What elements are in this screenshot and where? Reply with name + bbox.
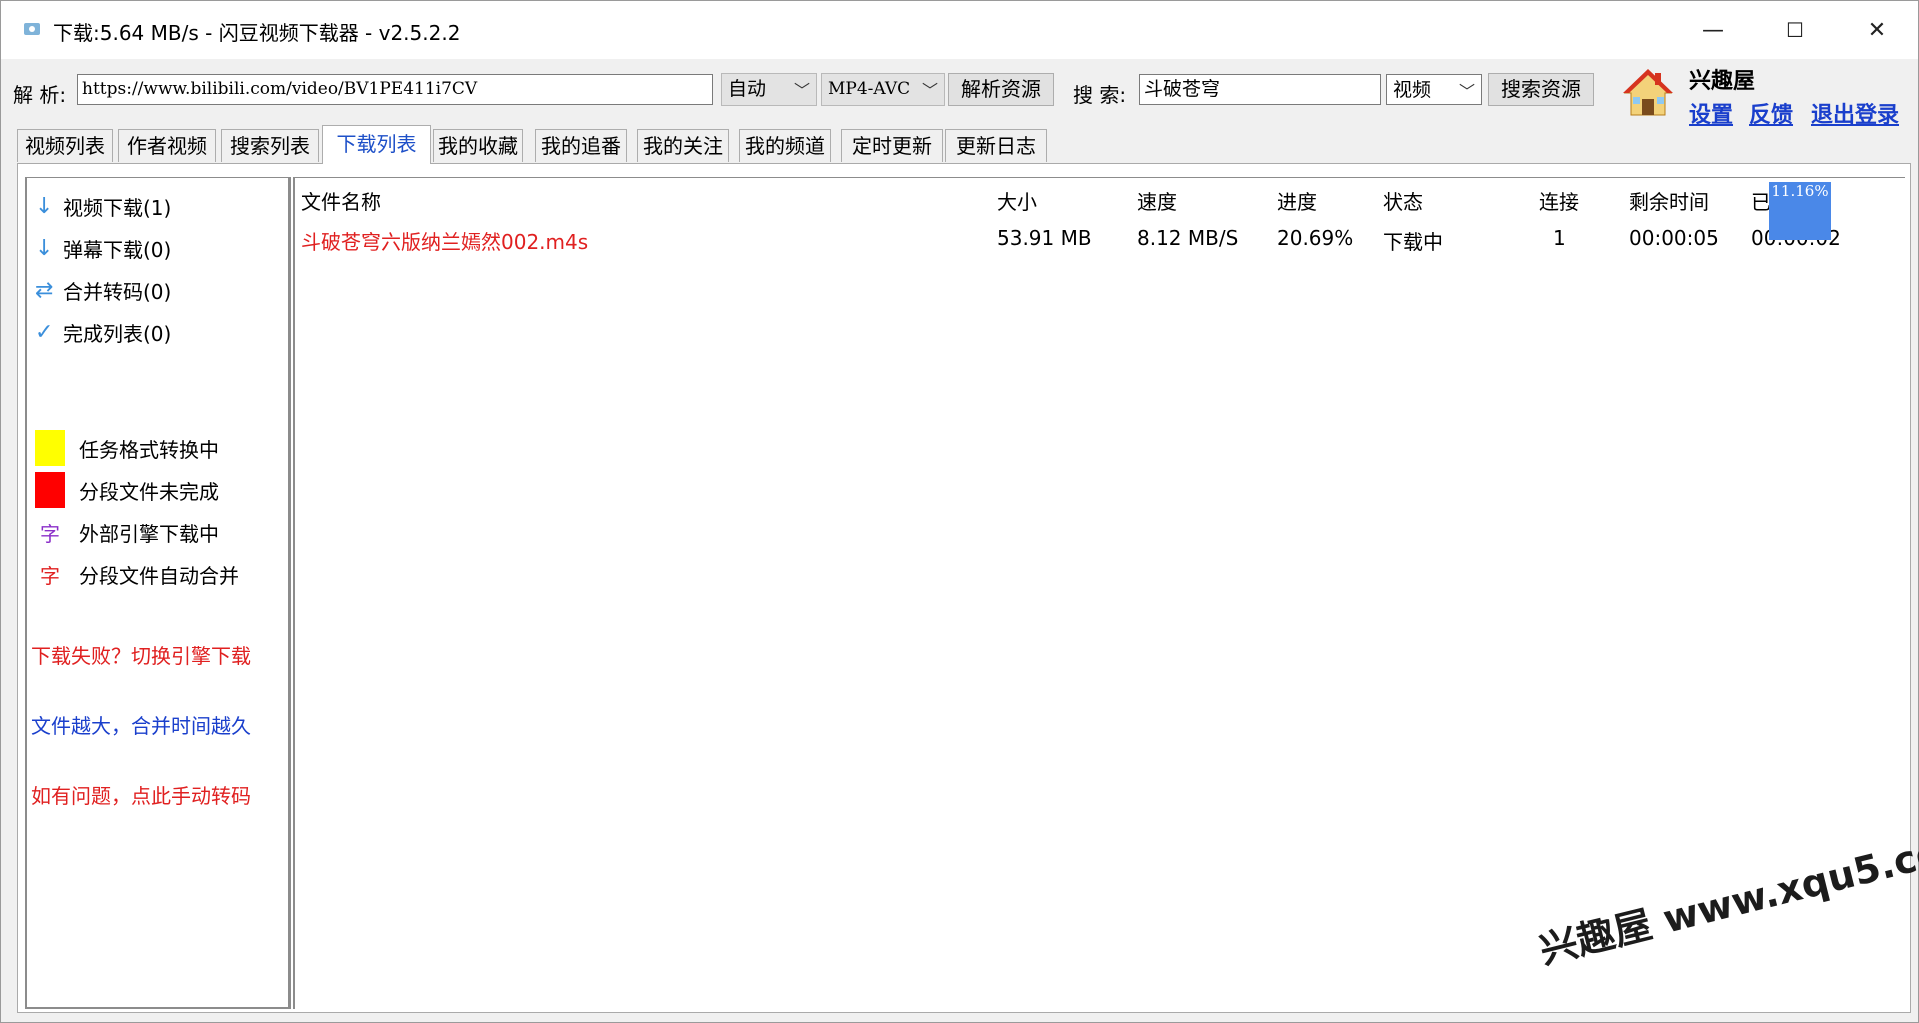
sidebar-item-merge-transcode[interactable]: ⇄ 合并转码(0) (35, 274, 171, 306)
col-speed[interactable]: 速度 (1137, 186, 1177, 215)
row-size: 53.91 MB (997, 226, 1092, 250)
row-filename: 斗破苍穹六版纳兰嫣然002.m4s (301, 230, 589, 254)
chevron-down-icon: ﹀ (921, 81, 938, 100)
tab-my-follows[interactable]: 我的关注 (637, 129, 729, 162)
col-progress[interactable]: 进度 (1277, 186, 1317, 215)
chevron-down-icon: ﹀ (793, 81, 810, 100)
sidebar: ↓ 视频下载(1) ↓ 弹幕下载(0) ⇄ 合并转码(0) ✓ 完成列表(0) … (25, 177, 291, 1009)
legend-external-engine: 字 外部引擎下载中 (35, 518, 219, 547)
red-swatch (35, 472, 65, 508)
legend-label: 外部引擎下载中 (79, 522, 219, 546)
format-select[interactable]: MP4-AVC ﹀ (821, 73, 945, 106)
close-button[interactable]: ✕ (1849, 1, 1905, 59)
quality-select[interactable]: 自动 ﹀ (721, 73, 817, 106)
search-button[interactable]: 搜索资源 (1488, 73, 1594, 106)
sidebar-item-completed-list[interactable]: ✓ 完成列表(0) (35, 316, 171, 348)
minimize-button[interactable]: — (1685, 1, 1741, 59)
window-title: 下载:5.64 MB/s - 闪豆视频下载器 - v2.5.2.2 (53, 21, 461, 45)
legend-label: 分段文件未完成 (79, 479, 219, 504)
settings-link[interactable]: 设置 (1689, 97, 1733, 129)
app-icon (24, 23, 40, 35)
col-remaining[interactable]: 剩余时间 (1629, 186, 1709, 215)
row-progress: 20.69% (1277, 226, 1354, 250)
sidebar-item-label: 视频下载(1) (63, 195, 172, 220)
tab-scheduled-update[interactable]: 定时更新 (841, 129, 943, 162)
row-status: 下载中 (1383, 230, 1443, 254)
legend-auto-merge: 字 分段文件自动合并 (35, 560, 239, 589)
col-connections[interactable]: 连接 (1539, 186, 1579, 215)
manual-transcode-link[interactable]: 如有问题，点此手动转码 (31, 780, 251, 809)
download-table: 文件名称 大小 速度 进度 状态 连接 剩余时间 已 斗破苍穹六版纳兰嫣然002… (293, 177, 1905, 1009)
sidebar-item-danmaku-download[interactable]: ↓ 弹幕下载(0) (35, 232, 171, 264)
title-bar: 下载:5.64 MB/s - 闪豆视频下载器 - v2.5.2.2 — ☐ ✕ (1, 1, 1918, 59)
switch-engine-link[interactable]: 下载失败？切换引擎下载 (31, 640, 251, 669)
col-size[interactable]: 大小 (997, 186, 1037, 215)
arrow-down-icon: ↓ (35, 235, 54, 261)
feedback-link[interactable]: 反馈 (1749, 97, 1793, 129)
search-type-value: 视频 (1393, 79, 1432, 101)
format-select-value: MP4-AVC (828, 79, 911, 99)
url-input[interactable]: https://www.bilibili.com/video/BV1PE411i… (77, 74, 713, 105)
tab-my-favorites[interactable]: 我的收藏 (433, 129, 523, 162)
search-label: 搜 索: (1073, 83, 1127, 107)
yellow-swatch (35, 430, 65, 466)
tab-my-channel[interactable]: 我的频道 (739, 129, 831, 162)
progress-overlay: 11.16% (1769, 182, 1831, 240)
red-char-icon: 字 (40, 564, 60, 588)
tab-author-videos[interactable]: 作者视频 (118, 129, 216, 162)
col-status[interactable]: 状态 (1383, 186, 1423, 215)
legend-incomplete: 分段文件未完成 (35, 472, 219, 508)
tab-download-list[interactable]: 下载列表 (322, 125, 431, 164)
tab-changelog[interactable]: 更新日志 (945, 129, 1047, 162)
purple-char-icon: 字 (40, 522, 60, 546)
swap-icon: ⇄ (35, 277, 54, 303)
search-type-select[interactable]: 视频 ﹀ (1386, 74, 1482, 105)
quality-select-value: 自动 (728, 78, 767, 100)
tab-search-list[interactable]: 搜索列表 (221, 129, 319, 162)
col-elapsed[interactable]: 已 (1751, 186, 1771, 215)
sidebar-item-label: 弹幕下载(0) (63, 237, 172, 262)
search-input[interactable]: 斗破苍穹 (1139, 74, 1381, 105)
maximize-button[interactable]: ☐ (1767, 1, 1823, 59)
legend-label: 分段文件自动合并 (79, 564, 239, 588)
chevron-down-icon: ﹀ (1458, 82, 1475, 101)
col-filename[interactable]: 文件名称 (301, 186, 381, 215)
tab-video-list[interactable]: 视频列表 (17, 129, 113, 162)
parse-label: 解 析: (13, 83, 67, 107)
row-connections: 1 (1553, 226, 1566, 250)
parse-button[interactable]: 解析资源 (948, 73, 1054, 106)
user-name: 兴趣屋 (1689, 69, 1756, 94)
legend-label: 任务格式转换中 (79, 437, 219, 462)
row-speed: 8.12 MB/S (1137, 226, 1239, 250)
house-icon (1623, 69, 1673, 116)
row-remaining: 00:00:05 (1629, 226, 1719, 250)
sidebar-item-label: 完成列表(0) (63, 321, 172, 346)
check-icon: ✓ (35, 319, 54, 345)
sidebar-item-video-download[interactable]: ↓ 视频下载(1) (35, 190, 171, 222)
arrow-down-icon: ↓ (35, 193, 54, 219)
sidebar-item-label: 合并转码(0) (63, 279, 172, 304)
tab-my-bangumi[interactable]: 我的追番 (535, 129, 627, 162)
legend-converting: 任务格式转换中 (35, 430, 219, 466)
logout-link[interactable]: 退出登录 (1811, 97, 1899, 129)
app-window: 下载:5.64 MB/s - 闪豆视频下载器 - v2.5.2.2 — ☐ ✕ … (0, 0, 1919, 1023)
merge-time-note: 文件越大，合并时间越久 (31, 714, 251, 738)
